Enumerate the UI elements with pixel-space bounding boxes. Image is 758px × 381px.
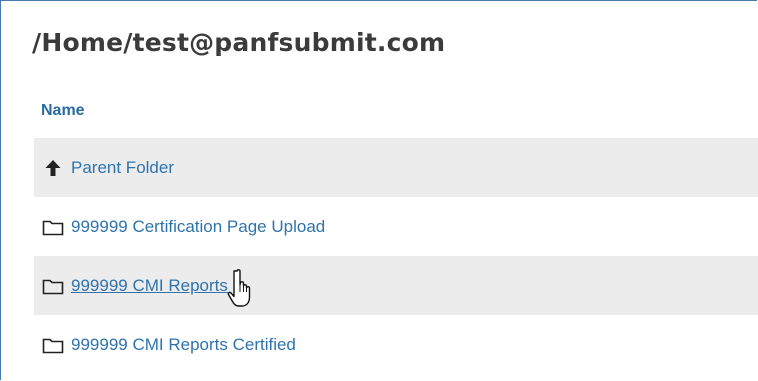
list-item-parent-folder[interactable]: Parent Folder [34,138,758,197]
folder-icon [42,216,64,238]
list-item-folder[interactable]: 999999 CMI Reports Certified [34,315,758,374]
list-item-folder[interactable]: 999999 CMI Reports [34,256,758,315]
file-list: Parent Folder 999999 Certification Page … [34,138,758,374]
folder-link[interactable]: 999999 CMI Reports Certified [71,335,296,355]
folder-icon [42,334,64,356]
name-column-header[interactable]: Name [41,102,85,120]
arrow-up-icon [42,157,64,179]
list-item-folder[interactable]: 999999 Certification Page Upload [34,197,758,256]
parent-folder-link[interactable]: Parent Folder [71,158,174,178]
folder-link[interactable]: 999999 CMI Reports [71,276,228,296]
page-title: /Home/test@panfsubmit.com [32,28,446,57]
folder-link[interactable]: 999999 Certification Page Upload [71,217,325,237]
file-browser-panel: /Home/test@panfsubmit.com Name Parent Fo… [0,0,758,380]
folder-icon [42,275,64,297]
